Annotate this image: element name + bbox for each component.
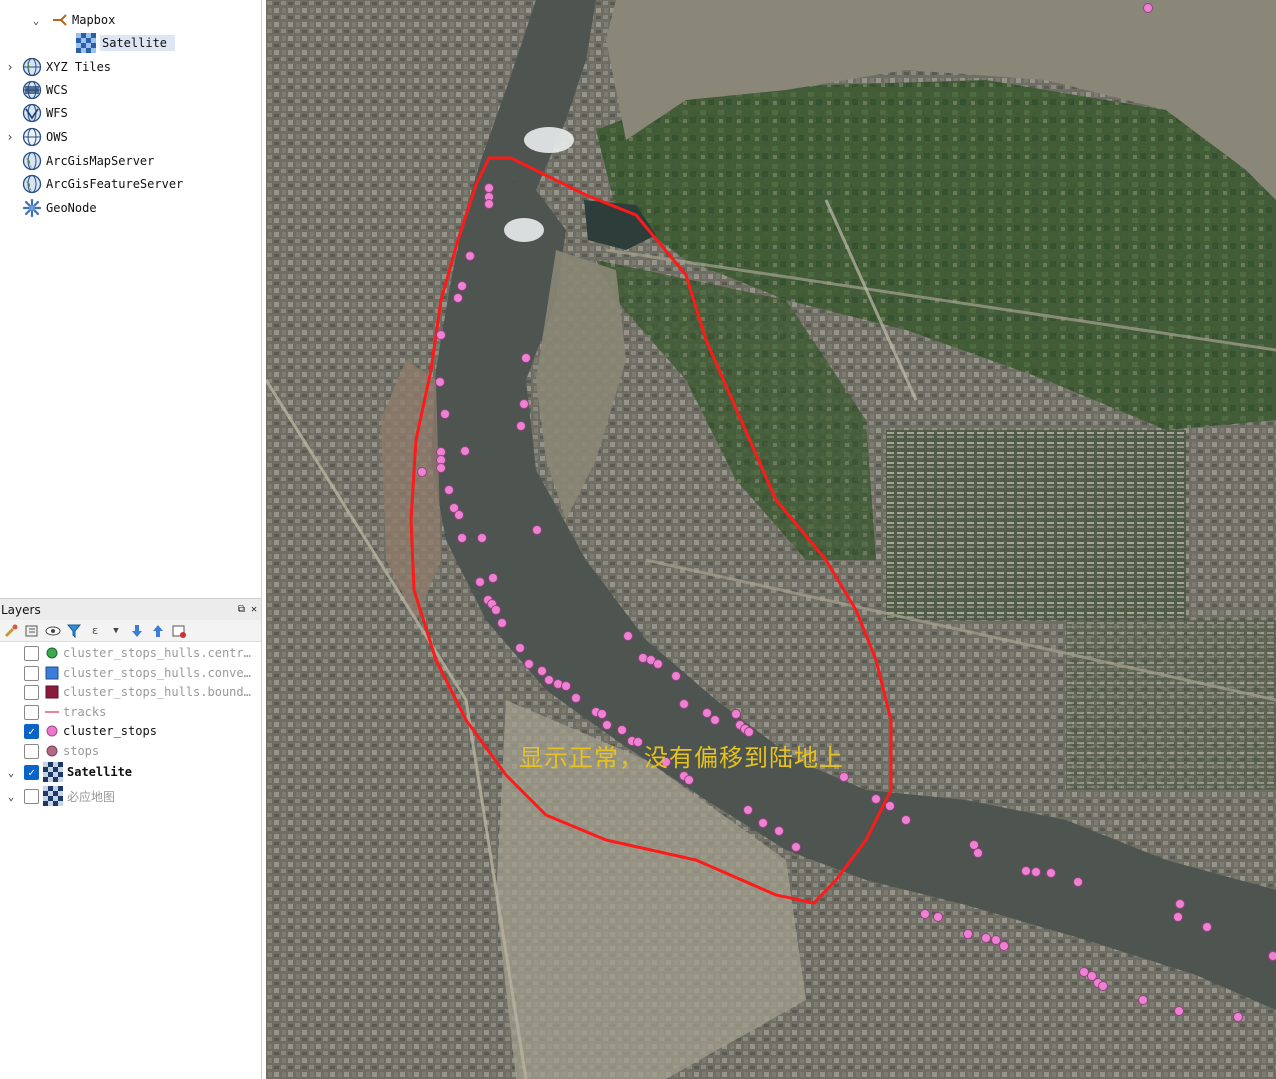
layer-name: tracks	[63, 705, 107, 719]
browser-item-mapbox[interactable]: ⌄ Mapbox	[30, 9, 116, 31]
layers-panel-title: Layers	[1, 602, 41, 617]
close-panel-icon[interactable]: ✕	[251, 604, 257, 615]
browser-item-wcs[interactable]: WCS	[22, 79, 68, 101]
browser-item-ows[interactable]: › OWS	[4, 126, 68, 148]
browser-item-xyz-tiles[interactable]: › XYZ Tiles	[4, 56, 111, 78]
map-annotation-text: 显示正常，没有偏移到陆地上	[519, 744, 844, 772]
point-symbol-icon	[46, 647, 58, 659]
browser-item-label: WCS	[46, 83, 68, 97]
left-panel: ⌄ Mapbox Satellite › XYZ Tiles WCS WFS ›…	[0, 0, 262, 1079]
layer-visibility-checkbox[interactable]	[24, 743, 39, 759]
arcgis-icon	[22, 174, 42, 194]
layer-row[interactable]: cluster_stops_hulls.conve…	[24, 663, 251, 683]
layer-row[interactable]: ⌄ 必应地图	[4, 786, 115, 806]
connection-icon	[53, 14, 67, 26]
browser-item-label: GeoNode	[46, 201, 97, 215]
expand-all-icon[interactable]	[128, 622, 146, 640]
chevron-down-icon[interactable]: ▼	[107, 622, 125, 640]
browser-item-wfs[interactable]: WFS	[22, 102, 68, 124]
remove-layer-icon[interactable]	[170, 622, 188, 640]
chevron-down-icon[interactable]: ⌄	[30, 14, 42, 27]
layer-name: cluster_stops_hulls.centr…	[63, 646, 251, 660]
ows-icon	[22, 127, 42, 147]
layer-visibility-checkbox[interactable]: ✓	[24, 764, 39, 780]
filter-expression-icon[interactable]: ε	[86, 622, 104, 640]
layer-name: cluster_stops_hulls.conve…	[63, 666, 251, 680]
layer-row[interactable]: cluster_stops_hulls.centr…	[24, 643, 251, 663]
layer-visibility-checkbox[interactable]: ✓	[24, 723, 39, 739]
raster-tile-icon	[76, 33, 96, 53]
browser-panel: ⌄ Mapbox Satellite › XYZ Tiles WCS WFS ›…	[0, 0, 261, 592]
browser-item-label: OWS	[46, 130, 68, 144]
point-symbol-icon	[46, 745, 58, 757]
layer-name: Satellite	[67, 765, 133, 779]
layers-panel-header: Layers ⧉ ✕	[0, 598, 261, 620]
layer-visibility-checkbox[interactable]	[24, 665, 39, 681]
wcs-icon	[22, 80, 42, 100]
chevron-down-icon[interactable]: ⌄	[4, 790, 18, 803]
collapse-all-icon[interactable]	[149, 622, 167, 640]
layer-row[interactable]: ⌄ ✓ Satellite	[4, 762, 132, 782]
layer-row[interactable]: cluster_stops_hulls.bound…	[24, 682, 251, 702]
layer-visibility-checkbox[interactable]	[24, 704, 39, 720]
wfs-icon	[22, 103, 42, 123]
line-symbol-icon	[45, 711, 59, 713]
float-panel-icon[interactable]: ⧉	[238, 604, 245, 615]
satellite-map	[266, 0, 1276, 1079]
layer-row[interactable]: stops	[24, 741, 99, 761]
chevron-down-icon[interactable]: ⌄	[4, 766, 18, 779]
raster-layer-icon	[43, 762, 63, 782]
chevron-right-icon[interactable]: ›	[4, 60, 16, 74]
layer-row[interactable]: tracks	[24, 702, 106, 722]
browser-item-satellite[interactable]: Satellite	[76, 32, 175, 54]
browser-item-arcgis-feature-server[interactable]: ArcGisFeatureServer	[22, 173, 183, 195]
browser-item-label: XYZ Tiles	[46, 60, 112, 74]
browser-item-geonode[interactable]: GeoNode	[22, 197, 97, 219]
browser-item-arcgis-map-server[interactable]: ArcGisMapServer	[22, 150, 154, 172]
browser-item-label: WFS	[46, 106, 68, 120]
browser-item-label: ArcGisFeatureServer	[46, 177, 184, 191]
add-group-icon[interactable]	[23, 622, 41, 640]
globe-icon	[22, 57, 42, 77]
layer-name: 必应地图	[67, 789, 116, 804]
layer-visibility-checkbox[interactable]	[24, 788, 39, 804]
layer-name: cluster_stops_hulls.bound…	[63, 685, 251, 699]
eye-visibility-icon[interactable]	[44, 622, 62, 640]
chevron-right-icon[interactable]: ›	[4, 130, 16, 144]
raster-layer-icon	[43, 786, 63, 806]
layer-name: cluster_stops	[63, 724, 157, 738]
point-symbol-icon	[46, 725, 58, 737]
style-manager-icon[interactable]	[2, 622, 20, 640]
filter-icon[interactable]	[65, 622, 83, 640]
browser-item-label: ArcGisMapServer	[46, 154, 155, 168]
layer-visibility-checkbox[interactable]	[24, 684, 39, 700]
polygon-symbol-icon	[45, 685, 59, 699]
geonode-icon	[22, 198, 42, 218]
polygon-symbol-icon	[45, 666, 59, 680]
layer-visibility-checkbox[interactable]	[24, 645, 39, 661]
map-canvas[interactable]	[266, 0, 1276, 1079]
layer-name: stops	[63, 744, 100, 758]
layer-row[interactable]: ✓ cluster_stops	[24, 721, 157, 741]
layers-toolbar: ε ▼	[0, 620, 261, 642]
arcgis-icon	[22, 151, 42, 171]
browser-item-label: Mapbox	[72, 13, 116, 27]
browser-item-label: Satellite	[100, 35, 175, 51]
